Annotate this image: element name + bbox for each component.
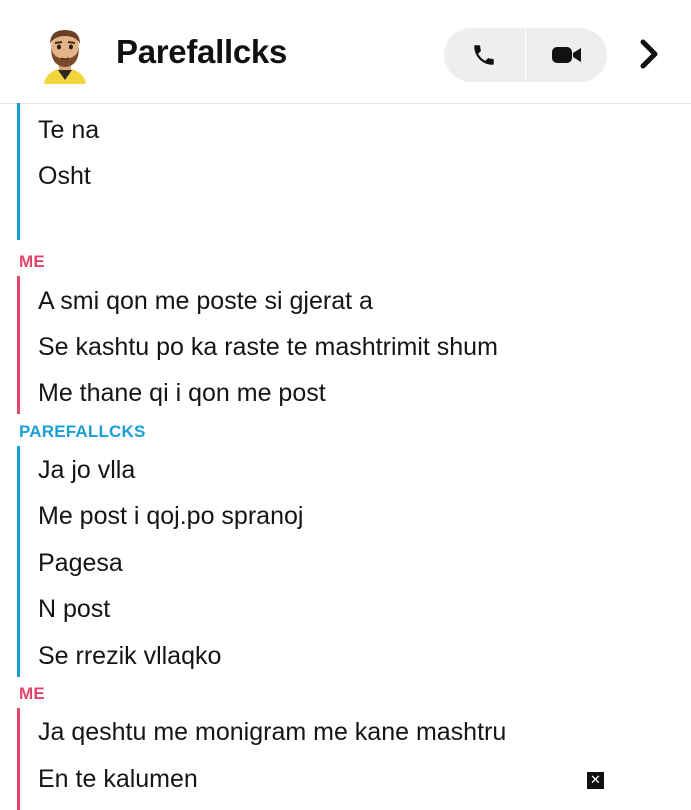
sender-bar-them [17, 446, 20, 677]
bitmoji-avatar[interactable] [38, 26, 92, 84]
phone-icon [474, 45, 494, 65]
sender-label: ME [19, 252, 45, 271]
message-text: Se rrezik vllaqko [38, 642, 222, 670]
message-text: Ja jo vlla [38, 456, 136, 484]
close-icon[interactable]: ✕ [587, 772, 604, 789]
call-button-group [444, 28, 607, 82]
message-text: N post [38, 595, 111, 623]
message-text: En te kalumen [38, 765, 198, 793]
chat-title: Parefallcks [116, 33, 287, 70]
sender-label: PAREFALLCKS [19, 422, 146, 441]
voice-call-button[interactable] [444, 28, 525, 82]
chat-header: Parefallcks [0, 0, 691, 104]
video-call-button[interactable] [526, 28, 607, 82]
sender-bar-me [17, 708, 20, 810]
message-text: A smi qon me poste si gjerat a [38, 287, 373, 315]
message-text: Osht [38, 162, 91, 190]
chevron-right-icon[interactable] [634, 36, 664, 72]
sender-label: ME [19, 684, 45, 703]
video-camera-icon [551, 47, 581, 63]
message-text: Me post i qoj.po spranoj [38, 502, 304, 530]
message-thread[interactable]: Te na Osht ME A smi qon me poste si gjer… [0, 103, 691, 810]
sender-bar-them [17, 103, 20, 240]
message-text: Me thane qi i qon me post [38, 379, 326, 407]
message-text: Pagesa [38, 549, 123, 577]
message-text: Te na [38, 116, 100, 144]
message-text: Ja qeshtu me monigram me kane mashtru [38, 718, 507, 746]
sender-bar-me [17, 276, 20, 414]
message-text: Se kashtu po ka raste te mashtrimit shum [38, 333, 498, 361]
